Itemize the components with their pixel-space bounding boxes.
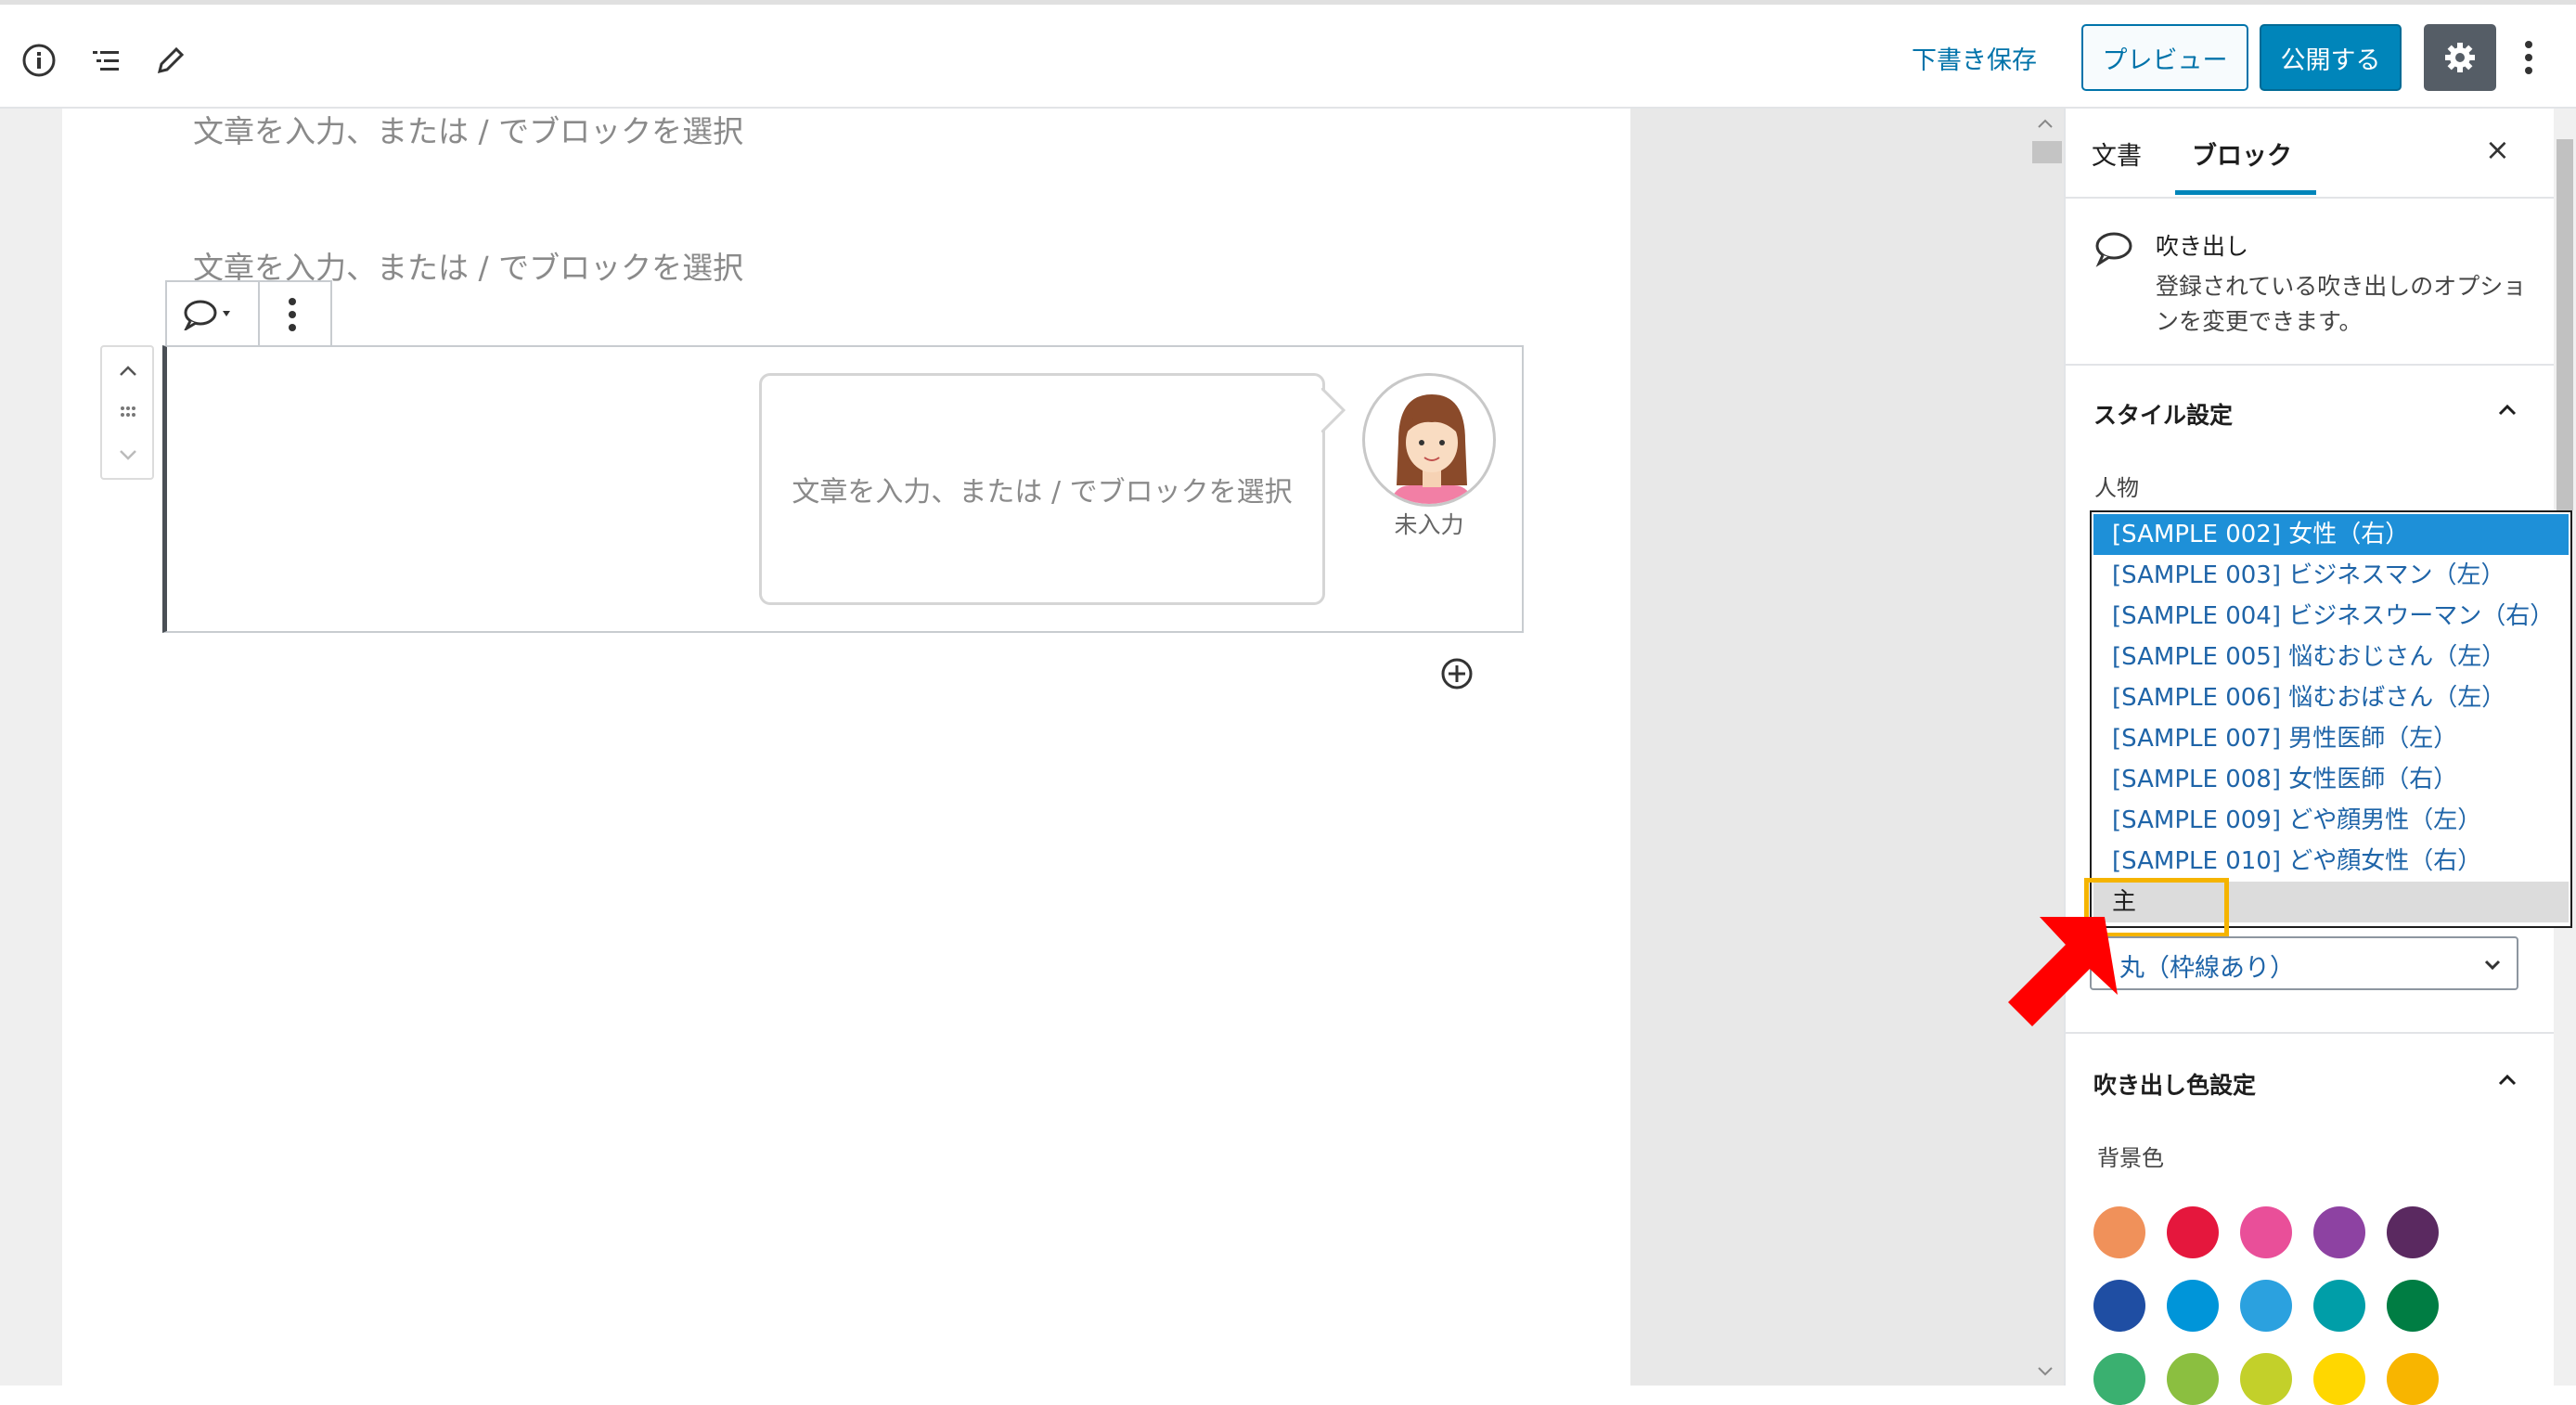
block-card-title: 吹き出し	[2156, 233, 2249, 260]
color-swatch[interactable]	[2167, 1353, 2219, 1405]
tab-document[interactable]: 文書	[2092, 135, 2142, 172]
chevron-down-icon	[2484, 960, 2501, 971]
more-vertical-icon	[289, 298, 296, 331]
add-block-icon[interactable]	[1438, 655, 1475, 692]
dropdown-option[interactable]: [SAMPLE 007] 男性医師（左）	[2093, 718, 2569, 759]
style-panel-title[interactable]: スタイル設定	[2093, 397, 2233, 431]
speech-balloon[interactable]: 文章を入力、または / でブロックを選択	[759, 373, 1325, 605]
balloon-tail	[1321, 388, 1346, 432]
dropdown-option[interactable]: [SAMPLE 010] どや顔女性（右）	[2093, 841, 2569, 882]
shape-select-value: 丸（枠線あり）	[2119, 954, 2295, 983]
scroll-up-icon[interactable]	[2034, 113, 2056, 135]
divider	[2064, 197, 2554, 199]
color-swatch[interactable]	[2167, 1206, 2219, 1258]
block-more-button[interactable]	[288, 297, 297, 336]
more-vertical-icon	[2525, 41, 2532, 74]
save-draft-link[interactable]: 下書き保存	[1912, 40, 2037, 76]
chevron-up-icon[interactable]	[2494, 397, 2520, 423]
sidebar-scrollbar-thumb[interactable]	[2557, 139, 2573, 510]
settings-button[interactable]	[2424, 24, 2496, 91]
person-label: 人物	[2094, 475, 2139, 501]
editor-header: 下書き保存 プレビュー 公開する	[0, 5, 2576, 109]
block-mover	[100, 345, 154, 480]
dropdown-option[interactable]: [SAMPLE 002] 女性（右）	[2093, 514, 2569, 555]
color-swatch[interactable]	[2093, 1353, 2145, 1405]
publish-button[interactable]: 公開する	[2260, 24, 2402, 91]
block-type-button[interactable]	[182, 299, 247, 334]
color-panel-title[interactable]: 吹き出し色設定	[2093, 1067, 2256, 1101]
move-up-icon[interactable]	[117, 362, 139, 380]
active-tab-indicator	[2175, 190, 2316, 195]
pencil-icon[interactable]	[143, 32, 199, 88]
color-swatch[interactable]	[2313, 1353, 2365, 1405]
preview-button[interactable]: プレビュー	[2081, 24, 2248, 91]
divider	[2064, 364, 2554, 366]
color-swatch[interactable]	[2093, 1280, 2145, 1332]
block-card-description: 登録されている吹き出しのオプションを変更できます。	[2156, 273, 2527, 335]
paragraph-placeholder[interactable]: 文章を入力、または / でブロックを選択	[193, 107, 743, 151]
color-swatch[interactable]	[2313, 1206, 2365, 1258]
red-arrow-icon	[2008, 917, 2118, 1026]
dropdown-option[interactable]: [SAMPLE 005] 悩むおじさん（左）	[2093, 637, 2569, 677]
speech-bubble-icon	[183, 300, 230, 332]
dropdown-option[interactable]: [SAMPLE 006] 悩むおばさん（左）	[2093, 677, 2569, 718]
toolbar-divider	[258, 282, 260, 345]
color-swatch[interactable]	[2387, 1353, 2439, 1405]
color-swatch[interactable]	[2313, 1280, 2365, 1332]
dropdown-option[interactable]: [SAMPLE 004] ビジネスウーマン（右）	[2093, 596, 2569, 637]
move-down-icon[interactable]	[117, 445, 139, 464]
background-color-label: 背景色	[2097, 1145, 2164, 1171]
info-icon[interactable]	[11, 32, 67, 88]
color-swatch[interactable]	[2093, 1206, 2145, 1258]
balloon-placeholder[interactable]: 文章を入力、または / でブロックを選択	[762, 376, 1322, 602]
scrollbar-thumb[interactable]	[2032, 141, 2062, 163]
shape-select[interactable]: 丸（枠線あり）	[2090, 936, 2518, 990]
color-swatch[interactable]	[2240, 1280, 2292, 1332]
gear-icon	[2445, 43, 2475, 72]
close-sidebar-button[interactable]: ×	[2485, 132, 2510, 167]
more-options-button[interactable]	[2510, 24, 2547, 91]
scroll-down-icon[interactable]	[2034, 1360, 2056, 1382]
color-swatch[interactable]	[2387, 1280, 2439, 1332]
dropdown-option[interactable]: [SAMPLE 008] 女性医師（右）	[2093, 759, 2569, 800]
block-toolbar	[165, 280, 332, 345]
drag-handle-icon[interactable]	[117, 403, 139, 421]
chevron-up-icon[interactable]	[2494, 1067, 2520, 1093]
woman-avatar-icon	[1391, 394, 1473, 504]
tab-block[interactable]: ブロック	[2192, 135, 2292, 172]
color-swatch[interactable]	[2387, 1206, 2439, 1258]
color-swatch[interactable]	[2240, 1353, 2292, 1405]
speaker-name[interactable]: 未入力	[1355, 507, 1503, 540]
divider	[2064, 1032, 2554, 1034]
dropdown-option[interactable]: [SAMPLE 003] ビジネスマン（左）	[2093, 555, 2569, 596]
dropdown-option[interactable]: [SAMPLE 009] どや顔男性（左）	[2093, 800, 2569, 841]
editor-left-gutter	[0, 109, 62, 1386]
editor-gray-area	[1630, 109, 2064, 1386]
person-dropdown-list: [SAMPLE 002] 女性（右） [SAMPLE 003] ビジネスマン（左…	[2090, 510, 2572, 928]
list-view-icon[interactable]	[78, 32, 134, 88]
avatar[interactable]	[1362, 373, 1496, 507]
color-swatch[interactable]	[2240, 1206, 2292, 1258]
color-swatch[interactable]	[2167, 1280, 2219, 1332]
speech-bubble-icon	[2095, 232, 2132, 267]
